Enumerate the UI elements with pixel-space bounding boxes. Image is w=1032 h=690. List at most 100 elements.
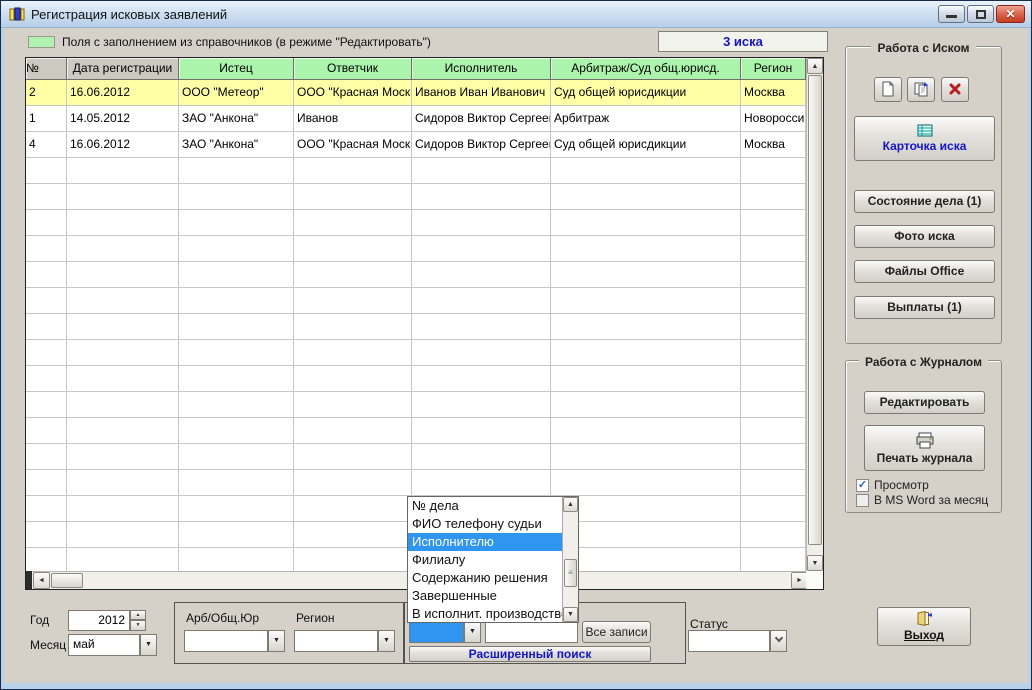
empty-cell bbox=[67, 262, 179, 288]
cell-num[interactable]: 4 bbox=[26, 132, 67, 158]
vertical-scrollbar[interactable]: ▲ ▼ bbox=[806, 58, 823, 571]
empty-table-row[interactable] bbox=[26, 184, 823, 210]
cell-executor[interactable]: Иванов Иван Иванович bbox=[412, 80, 551, 106]
all-records-button[interactable]: Все записи bbox=[582, 621, 651, 643]
msword-checkbox-row[interactable]: В MS Word за месяц bbox=[856, 493, 988, 507]
cell-num[interactable]: 2 bbox=[26, 80, 67, 106]
cell-court[interactable]: Суд общей юрисдикции bbox=[551, 132, 741, 158]
dropdown-item[interactable]: ФИО телефону судьи bbox=[408, 515, 562, 533]
scroll-up-icon[interactable]: ▲ bbox=[807, 58, 823, 74]
column-header-executor[interactable]: Исполнитель bbox=[412, 58, 551, 80]
empty-table-row[interactable] bbox=[26, 418, 823, 444]
table-row[interactable]: 4 16.06.2012 ЗАО "Анкона" ООО "Красная М… bbox=[26, 132, 823, 158]
scroll-left-icon[interactable]: ◄ bbox=[33, 572, 50, 589]
cell-num[interactable]: 1 bbox=[26, 106, 67, 132]
dropdown-scroll-up-icon[interactable]: ▲ bbox=[563, 497, 578, 512]
office-files-button[interactable]: Файлы Office bbox=[854, 260, 995, 283]
region-combo-arrow-icon[interactable]: ▼ bbox=[378, 630, 395, 652]
horizontal-scroll-thumb[interactable] bbox=[51, 573, 83, 588]
dropdown-scrollbar[interactable]: ▲ ≡ ▼ bbox=[562, 497, 578, 622]
cell-court[interactable]: Арбитраж bbox=[551, 106, 741, 132]
dropdown-item[interactable]: Завершенные bbox=[408, 587, 562, 605]
search-input[interactable] bbox=[485, 621, 578, 643]
delete-claim-button[interactable] bbox=[941, 77, 969, 102]
arb-court-combo-arrow-icon[interactable]: ▼ bbox=[268, 630, 285, 652]
cell-region[interactable]: Москва bbox=[741, 132, 806, 158]
case-status-button[interactable]: Состояние дела (1) bbox=[854, 190, 995, 213]
minimize-button[interactable] bbox=[938, 5, 965, 23]
empty-table-row[interactable] bbox=[26, 210, 823, 236]
main-content: Поля с заполнением из справочников (в ре… bbox=[4, 28, 1028, 683]
msword-checkbox[interactable] bbox=[856, 494, 869, 507]
month-combo[interactable]: май bbox=[68, 634, 140, 656]
cell-executor[interactable]: Сидоров Виктор Сергеевич bbox=[412, 106, 551, 132]
maximize-button[interactable] bbox=[967, 5, 994, 23]
claim-card-button[interactable]: Карточка иска bbox=[854, 116, 995, 161]
empty-table-row[interactable] bbox=[26, 236, 823, 262]
column-header-region[interactable]: Регион bbox=[741, 58, 806, 80]
vertical-scroll-thumb[interactable] bbox=[808, 75, 822, 545]
table-row[interactable]: 1 14.05.2012 ЗАО "Анкона" Иванов Сидоров… bbox=[26, 106, 823, 132]
empty-table-row[interactable] bbox=[26, 392, 823, 418]
cell-plaintiff[interactable]: ЗАО "Анкона" bbox=[179, 132, 294, 158]
column-header-plaintiff[interactable]: Истец bbox=[179, 58, 294, 80]
empty-table-row[interactable] bbox=[26, 314, 823, 340]
cell-plaintiff[interactable]: ЗАО "Анкона" bbox=[179, 106, 294, 132]
arb-court-combo[interactable] bbox=[184, 630, 268, 652]
column-header-defendant[interactable]: Ответчик bbox=[294, 58, 412, 80]
month-combo-arrow-icon[interactable]: ▼ bbox=[140, 634, 157, 656]
dropdown-item-selected[interactable]: Исполнителю bbox=[408, 533, 562, 551]
print-journal-button[interactable]: Печать журнала bbox=[864, 425, 985, 471]
dropdown-item[interactable]: Филиалу bbox=[408, 551, 562, 569]
cell-plaintiff[interactable]: ООО "Метеор" bbox=[179, 80, 294, 106]
status-combo[interactable] bbox=[688, 630, 770, 652]
column-header-court[interactable]: Арбитраж/Суд общ.юрисд. bbox=[551, 58, 741, 80]
status-combo-arrow-icon[interactable] bbox=[770, 630, 787, 652]
copy-claim-button[interactable] bbox=[907, 77, 935, 102]
empty-table-row[interactable] bbox=[26, 366, 823, 392]
empty-table-row[interactable] bbox=[26, 288, 823, 314]
dropdown-item[interactable]: Содержанию решения bbox=[408, 569, 562, 587]
empty-table-row[interactable] bbox=[26, 158, 823, 184]
dropdown-scroll-down-icon[interactable]: ▼ bbox=[563, 607, 578, 622]
search-type-combo[interactable] bbox=[409, 621, 464, 643]
column-header-num[interactable]: № bbox=[26, 58, 67, 80]
dropdown-item[interactable]: № дела bbox=[408, 497, 562, 515]
cell-date[interactable]: 16.06.2012 bbox=[67, 80, 179, 106]
empty-table-row[interactable] bbox=[26, 444, 823, 470]
year-field[interactable]: 2012 bbox=[68, 610, 130, 631]
exit-button[interactable]: Выход bbox=[877, 607, 971, 646]
preview-checkbox-row[interactable]: ✓ Просмотр bbox=[856, 478, 929, 492]
cell-defendant[interactable]: Иванов bbox=[294, 106, 412, 132]
dropdown-scroll-thumb[interactable]: ≡ bbox=[564, 559, 577, 587]
cell-region[interactable]: Новороссийск bbox=[741, 106, 806, 132]
search-type-combo-arrow-icon[interactable]: ▼ bbox=[464, 621, 481, 643]
payments-button[interactable]: Выплаты (1) bbox=[854, 296, 995, 319]
year-spin-down-icon[interactable]: ▼ bbox=[130, 620, 146, 631]
cell-executor[interactable]: Сидоров Виктор Сергеевич bbox=[412, 132, 551, 158]
close-button[interactable]: ✕ bbox=[996, 5, 1025, 23]
cell-date[interactable]: 14.05.2012 bbox=[67, 106, 179, 132]
table-row-selected[interactable]: 2 16.06.2012 ООО "Метеор" ООО "Красная М… bbox=[26, 80, 823, 106]
claim-photo-button[interactable]: Фото иска bbox=[854, 225, 995, 248]
edit-button[interactable]: Редактировать bbox=[864, 391, 985, 414]
cell-region[interactable]: Москва bbox=[741, 80, 806, 106]
new-claim-button[interactable] bbox=[874, 77, 902, 102]
column-header-date[interactable]: Дата регистрации bbox=[67, 58, 179, 80]
scroll-down-icon[interactable]: ▼ bbox=[807, 555, 823, 571]
region-combo[interactable] bbox=[294, 630, 378, 652]
advanced-search-button[interactable]: Расширенный поиск bbox=[409, 646, 651, 662]
empty-table-row[interactable] bbox=[26, 340, 823, 366]
cell-date[interactable]: 16.06.2012 bbox=[67, 132, 179, 158]
year-spin-up-icon[interactable]: ▲ bbox=[130, 610, 146, 620]
cell-defendant[interactable]: ООО "Красная Москва" bbox=[294, 132, 412, 158]
empty-cell bbox=[412, 314, 551, 340]
cell-defendant[interactable]: ООО "Красная Москва" bbox=[294, 80, 412, 106]
cell-court[interactable]: Суд общей юрисдикции bbox=[551, 80, 741, 106]
titlebar[interactable]: Регистрация исковых заявлений ✕ bbox=[1, 1, 1031, 28]
empty-table-row[interactable] bbox=[26, 470, 823, 496]
dropdown-item[interactable]: В исполнит. производстве bbox=[408, 605, 562, 623]
empty-cell bbox=[551, 470, 741, 496]
empty-table-row[interactable] bbox=[26, 262, 823, 288]
preview-checkbox[interactable]: ✓ bbox=[856, 479, 869, 492]
